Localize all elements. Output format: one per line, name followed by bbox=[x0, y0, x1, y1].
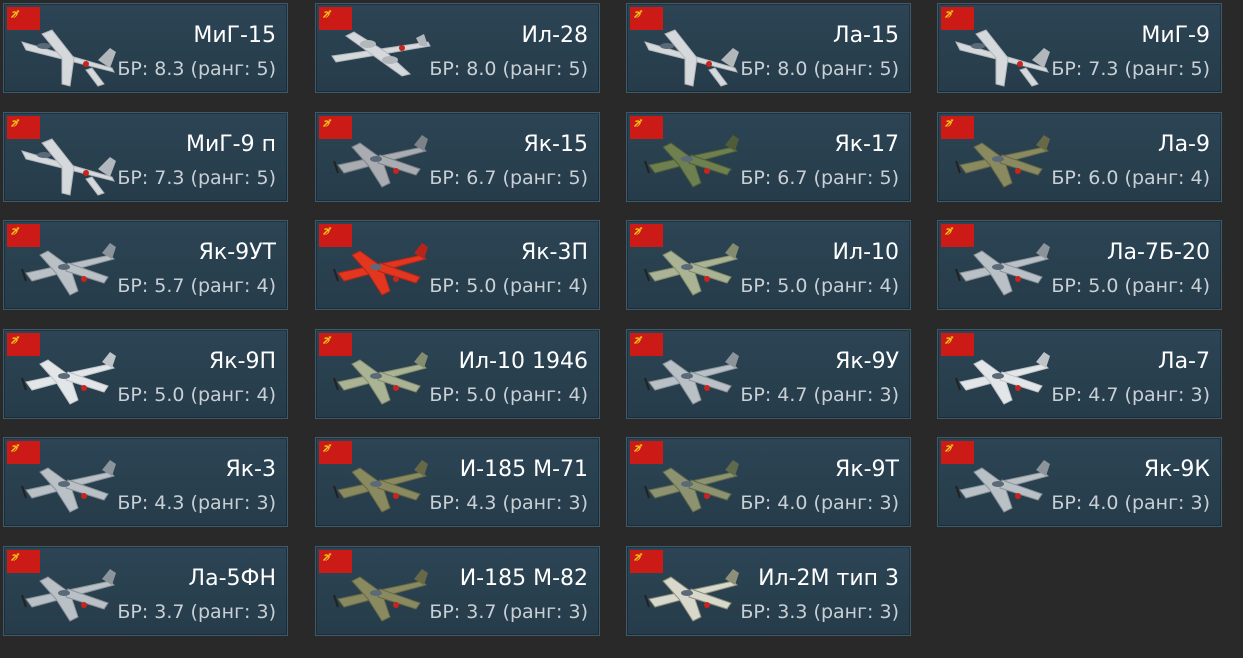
battle-rating-label: БР: 7.3 (ранг: 5) bbox=[117, 167, 276, 189]
battle-rating-label: БР: 6.7 (ранг: 5) bbox=[740, 167, 899, 189]
battle-rating-label: БР: 4.0 (ранг: 3) bbox=[740, 492, 899, 514]
vehicle-card[interactable]: И-185 М-82 БР: 3.7 (ранг: 3) bbox=[315, 546, 600, 636]
ussr-flag-icon bbox=[7, 441, 40, 464]
ussr-flag-icon bbox=[7, 550, 40, 573]
ussr-flag-icon bbox=[941, 116, 974, 139]
vehicle-card[interactable]: Ла-9 БР: 6.0 (ранг: 4) bbox=[937, 112, 1222, 202]
battle-rating-label: БР: 7.3 (ранг: 5) bbox=[1051, 58, 1210, 80]
vehicle-name: Ил-10 bbox=[832, 240, 899, 265]
vehicle-name: И-185 М-82 bbox=[459, 566, 588, 591]
vehicle-name: МиГ-15 bbox=[193, 23, 276, 48]
ussr-flag-icon bbox=[319, 7, 352, 30]
vehicle-card[interactable]: Ла-7 БР: 4.7 (ранг: 3) bbox=[937, 329, 1222, 419]
ussr-flag-icon bbox=[7, 333, 40, 356]
vehicle-card[interactable]: Ла-15 БР: 8.0 (ранг: 5) bbox=[626, 3, 911, 93]
ussr-flag-icon bbox=[319, 224, 352, 247]
battle-rating-label: БР: 5.0 (ранг: 4) bbox=[1051, 275, 1210, 297]
battle-rating-label: БР: 6.0 (ранг: 4) bbox=[1051, 167, 1210, 189]
vehicle-card[interactable]: Як-9У БР: 4.7 (ранг: 3) bbox=[626, 329, 911, 419]
battle-rating-label: БР: 5.0 (ранг: 4) bbox=[429, 275, 588, 297]
vehicle-name: Як-9Т bbox=[835, 457, 899, 482]
battle-rating-label: БР: 3.7 (ранг: 3) bbox=[117, 601, 276, 623]
ussr-flag-icon bbox=[941, 333, 974, 356]
ussr-flag-icon bbox=[941, 441, 974, 464]
battle-rating-label: БР: 8.0 (ранг: 5) bbox=[429, 58, 588, 80]
ussr-flag-icon bbox=[319, 116, 352, 139]
battle-rating-label: БР: 5.7 (ранг: 4) bbox=[117, 275, 276, 297]
ussr-flag-icon bbox=[630, 441, 663, 464]
battle-rating-label: БР: 4.7 (ранг: 3) bbox=[1051, 384, 1210, 406]
battle-rating-label: БР: 4.3 (ранг: 3) bbox=[429, 492, 588, 514]
battle-rating-label: БР: 5.0 (ранг: 4) bbox=[429, 384, 588, 406]
ussr-flag-icon bbox=[319, 441, 352, 464]
vehicle-name: Як-9У bbox=[835, 349, 899, 374]
vehicle-card[interactable]: Ил-10 1946 БР: 5.0 (ранг: 4) bbox=[315, 329, 600, 419]
battle-rating-label: БР: 3.3 (ранг: 3) bbox=[740, 601, 899, 623]
vehicle-name: Ил-2М тип 3 bbox=[758, 566, 899, 591]
vehicle-card[interactable]: Як-3П БР: 5.0 (ранг: 4) bbox=[315, 220, 600, 310]
battle-rating-label: БР: 3.7 (ранг: 3) bbox=[429, 601, 588, 623]
vehicle-name: Як-15 bbox=[523, 132, 588, 157]
vehicle-card[interactable]: И-185 М-71 БР: 4.3 (ранг: 3) bbox=[315, 437, 600, 527]
battle-rating-label: БР: 8.3 (ранг: 5) bbox=[117, 58, 276, 80]
vehicle-card[interactable]: Ла-5ФН БР: 3.7 (ранг: 3) bbox=[3, 546, 288, 636]
vehicle-name: И-185 М-71 bbox=[459, 457, 588, 482]
vehicle-name: Як-3 bbox=[225, 457, 276, 482]
vehicle-card[interactable]: Ла-7Б-20 БР: 5.0 (ранг: 4) bbox=[937, 220, 1222, 310]
vehicle-name: Ла-9 bbox=[1158, 132, 1210, 157]
vehicle-name: Як-9К bbox=[1143, 457, 1210, 482]
vehicle-name: Як-17 bbox=[834, 132, 899, 157]
vehicle-card[interactable]: Як-9П БР: 5.0 (ранг: 4) bbox=[3, 329, 288, 419]
vehicle-card[interactable]: МиГ-9 п БР: 7.3 (ранг: 5) bbox=[3, 112, 288, 202]
ussr-flag-icon bbox=[630, 116, 663, 139]
vehicle-card[interactable]: Як-3 БР: 4.3 (ранг: 3) bbox=[3, 437, 288, 527]
ussr-flag-icon bbox=[7, 116, 40, 139]
vehicle-name: Ла-7Б-20 bbox=[1107, 240, 1210, 265]
vehicle-card[interactable]: МиГ-9 БР: 7.3 (ранг: 5) bbox=[937, 3, 1222, 93]
vehicle-card[interactable]: Як-9УТ БР: 5.7 (ранг: 4) bbox=[3, 220, 288, 310]
battle-rating-label: БР: 4.3 (ранг: 3) bbox=[117, 492, 276, 514]
ussr-flag-icon bbox=[7, 224, 40, 247]
vehicle-name: Як-9П bbox=[208, 349, 276, 374]
battle-rating-label: БР: 4.0 (ранг: 3) bbox=[1051, 492, 1210, 514]
ussr-flag-icon bbox=[630, 7, 663, 30]
ussr-flag-icon bbox=[941, 7, 974, 30]
vehicle-card[interactable]: Ил-10 БР: 5.0 (ранг: 4) bbox=[626, 220, 911, 310]
ussr-flag-icon bbox=[7, 7, 40, 30]
battle-rating-label: БР: 5.0 (ранг: 4) bbox=[740, 275, 899, 297]
vehicle-card[interactable]: Як-15 БР: 6.7 (ранг: 5) bbox=[315, 112, 600, 202]
battle-rating-label: БР: 8.0 (ранг: 5) bbox=[740, 58, 899, 80]
vehicle-card[interactable]: Ил-2М тип 3 БР: 3.3 (ранг: 3) bbox=[626, 546, 911, 636]
ussr-flag-icon bbox=[941, 224, 974, 247]
vehicle-name: Як-9УТ bbox=[198, 240, 276, 265]
battle-rating-label: БР: 5.0 (ранг: 4) bbox=[117, 384, 276, 406]
ussr-flag-icon bbox=[319, 333, 352, 356]
ussr-flag-icon bbox=[630, 333, 663, 356]
battle-rating-label: БР: 6.7 (ранг: 5) bbox=[429, 167, 588, 189]
ussr-flag-icon bbox=[630, 224, 663, 247]
vehicle-name: Ла-7 bbox=[1158, 349, 1210, 374]
vehicle-name: МиГ-9 bbox=[1141, 23, 1210, 48]
vehicle-card[interactable]: Як-9К БР: 4.0 (ранг: 3) bbox=[937, 437, 1222, 527]
vehicle-research-grid: МиГ-15 БР: 8.3 (ранг: 5) Ил-28 БР: 8.0 (ра… bbox=[0, 0, 1243, 658]
ussr-flag-icon bbox=[319, 550, 352, 573]
vehicle-name: Ил-28 bbox=[521, 23, 588, 48]
ussr-flag-icon bbox=[630, 550, 663, 573]
vehicle-card[interactable]: Як-17 БР: 6.7 (ранг: 5) bbox=[626, 112, 911, 202]
vehicle-card[interactable]: Як-9Т БР: 4.0 (ранг: 3) bbox=[626, 437, 911, 527]
vehicle-name: Ил-10 1946 bbox=[458, 349, 588, 374]
vehicle-card[interactable]: МиГ-15 БР: 8.3 (ранг: 5) bbox=[3, 3, 288, 93]
vehicle-name: Ла-15 bbox=[833, 23, 899, 48]
battle-rating-label: БР: 4.7 (ранг: 3) bbox=[740, 384, 899, 406]
vehicle-name: МиГ-9 п bbox=[185, 132, 276, 157]
vehicle-name: Як-3П bbox=[520, 240, 588, 265]
vehicle-name: Ла-5ФН bbox=[188, 566, 276, 591]
vehicle-card[interactable]: Ил-28 БР: 8.0 (ранг: 5) bbox=[315, 3, 600, 93]
